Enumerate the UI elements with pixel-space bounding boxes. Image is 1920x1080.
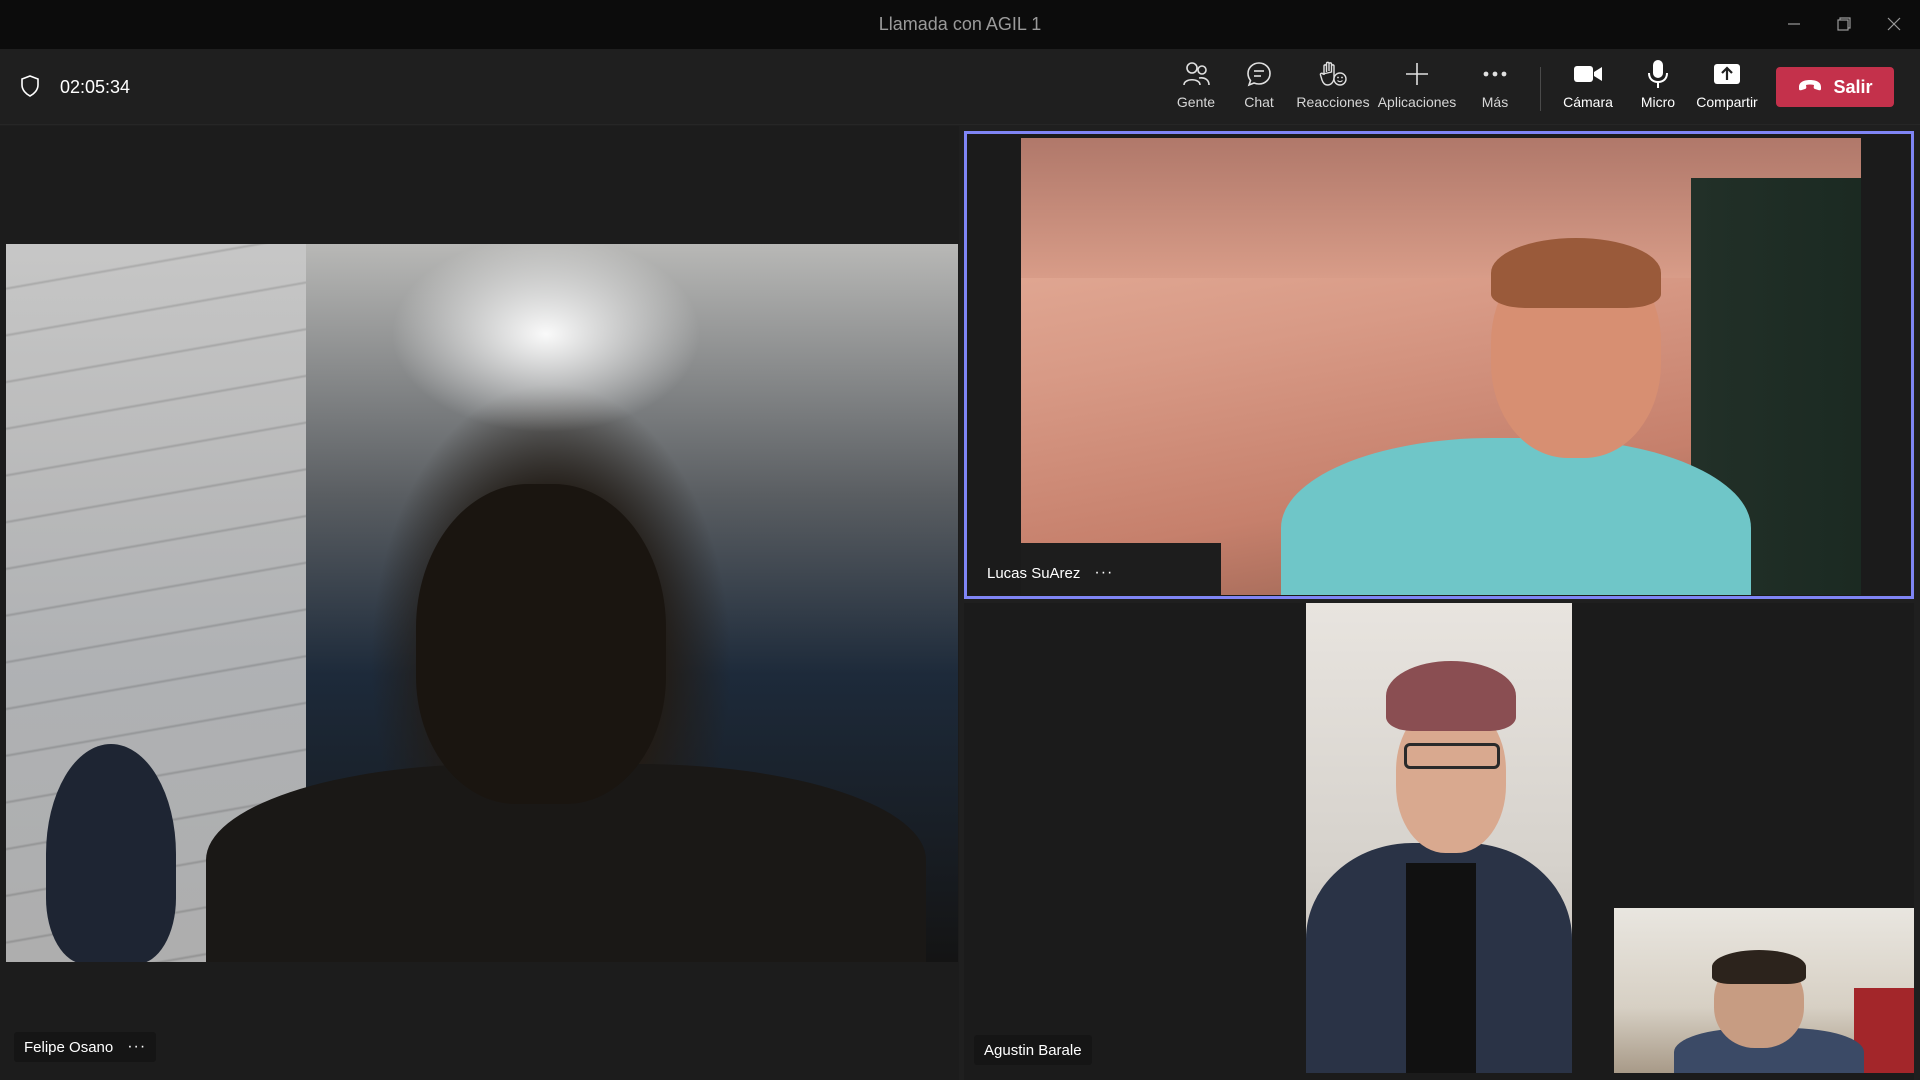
title-bar: Llamada con AGIL 1 xyxy=(0,0,1920,49)
call-toolbar: 02:05:34 Gente Chat Reacciones Aplicacio… xyxy=(0,49,1920,125)
reactions-label: Reacciones xyxy=(1296,94,1370,110)
video-figure xyxy=(1404,743,1500,769)
camera-label: Cámara xyxy=(1563,94,1613,110)
video-tile-lucas[interactable]: Lucas SuArez ··· xyxy=(964,131,1914,599)
people-label: Gente xyxy=(1176,94,1216,110)
chat-button[interactable]: Chat xyxy=(1234,59,1284,117)
participant-name-tag: Felipe Osano ··· xyxy=(14,1032,157,1062)
microphone-label: Micro xyxy=(1640,94,1676,110)
minimize-icon[interactable] xyxy=(1776,8,1812,40)
self-view[interactable] xyxy=(1614,908,1914,1073)
apps-button[interactable]: Aplicaciones xyxy=(1378,59,1456,117)
participant-name: Agustin Barale xyxy=(984,1041,1082,1059)
restore-icon[interactable] xyxy=(1826,8,1862,40)
reactions-button[interactable]: Reacciones xyxy=(1296,59,1370,117)
leave-button[interactable]: Salir xyxy=(1776,67,1894,107)
microphone-button[interactable]: Micro xyxy=(1634,59,1682,117)
video-figure xyxy=(46,744,176,962)
participant-name-tag: Agustin Barale xyxy=(974,1035,1092,1065)
people-icon xyxy=(1180,59,1212,89)
video-figure xyxy=(1281,438,1751,595)
more-label: Más xyxy=(1481,94,1509,110)
participant-name: Felipe Osano xyxy=(24,1038,114,1056)
chat-icon xyxy=(1243,59,1275,89)
hang-up-icon xyxy=(1797,78,1823,97)
participant-more-icon[interactable]: ··· xyxy=(127,1039,146,1055)
close-icon[interactable] xyxy=(1876,8,1912,40)
more-icon xyxy=(1479,59,1511,89)
camera-icon xyxy=(1572,59,1604,89)
chat-label: Chat xyxy=(1244,94,1274,110)
plus-icon xyxy=(1401,59,1433,89)
share-icon xyxy=(1711,59,1743,89)
participant-video xyxy=(1306,603,1572,1073)
window-title: Llamada con AGIL 1 xyxy=(878,14,1042,34)
participant-video xyxy=(1021,138,1861,595)
microphone-icon xyxy=(1642,59,1674,89)
share-button[interactable]: Compartir xyxy=(1696,59,1758,117)
leave-label: Salir xyxy=(1833,76,1873,97)
video-figure xyxy=(1712,950,1806,984)
participant-name: Lucas SuArez xyxy=(987,564,1081,582)
call-timer: 02:05:34 xyxy=(60,77,131,97)
people-button[interactable]: Gente xyxy=(1168,59,1224,117)
video-figure xyxy=(1491,238,1661,308)
toolbar-divider xyxy=(1540,67,1541,111)
more-button[interactable]: Más xyxy=(1472,59,1518,117)
video-figure xyxy=(416,484,666,804)
participant-name-tag: Lucas SuArez ··· xyxy=(977,558,1123,588)
camera-button[interactable]: Cámara xyxy=(1558,59,1618,117)
participant-video xyxy=(6,244,958,962)
video-tile-felipe[interactable]: Felipe Osano ··· xyxy=(0,126,959,1080)
video-figure xyxy=(1406,863,1476,1073)
apps-label: Aplicaciones xyxy=(1377,94,1457,110)
participant-more-icon[interactable]: ··· xyxy=(1094,565,1113,581)
video-figure xyxy=(1386,661,1516,731)
shield-icon[interactable] xyxy=(20,75,40,97)
share-label: Compartir xyxy=(1696,94,1758,110)
reactions-icon xyxy=(1317,59,1349,89)
